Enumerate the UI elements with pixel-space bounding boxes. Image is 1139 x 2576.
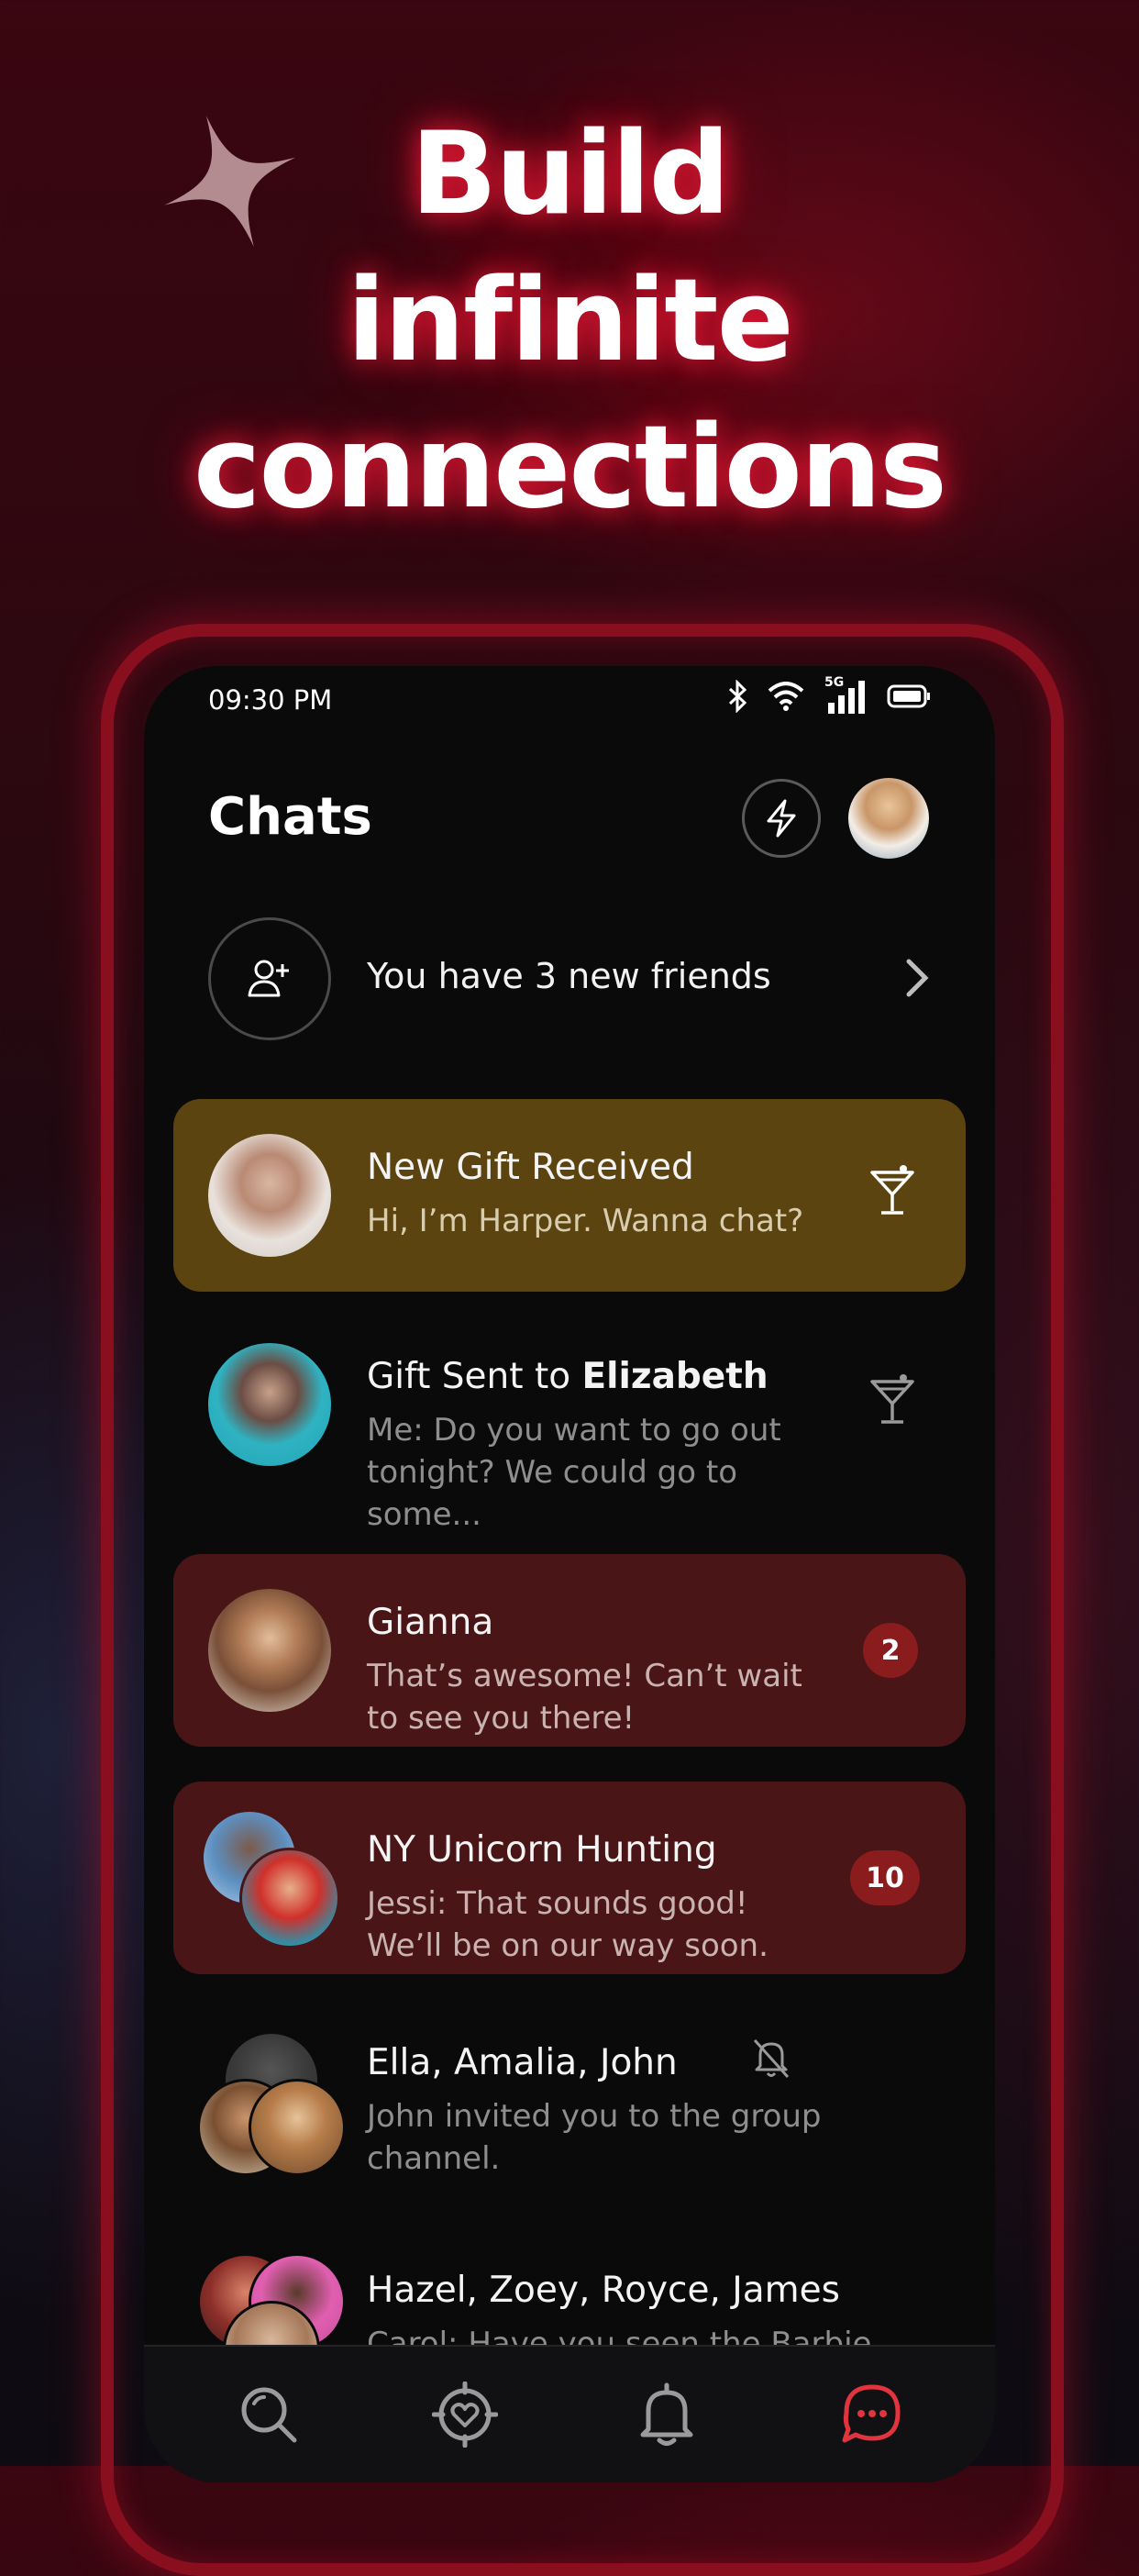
chat-item-ella-amalia-john[interactable]: Ella, Amalia, John John invited you to t… xyxy=(173,1994,966,2187)
add-user-icon xyxy=(248,960,289,997)
chat-name: NY Unicorn Hunting xyxy=(367,1829,717,1871)
status-time: 09:30 PM xyxy=(208,684,333,716)
headline-line-3: connections xyxy=(194,402,947,534)
headline-line-1: Build xyxy=(410,108,731,240)
nav-search[interactable] xyxy=(232,2378,305,2451)
avatar xyxy=(208,1343,331,1466)
page-title: Chats xyxy=(208,787,372,847)
chat-item-new-gift[interactable]: New Gift Received Hi, I’m Harper. Wanna … xyxy=(173,1099,966,1292)
muted-bell-icon xyxy=(753,2038,790,2079)
wifi-icon xyxy=(768,682,804,711)
chat-preview: Hi, I’m Harper. Wanna chat? xyxy=(367,1203,804,1239)
search-icon xyxy=(241,2387,297,2443)
lightning-icon xyxy=(767,799,796,838)
bell-icon xyxy=(640,2382,693,2446)
unread-badge: 2 xyxy=(863,1623,918,1678)
chat-preview: John invited you to the group channel. xyxy=(367,2098,822,2177)
network-label: 5G xyxy=(824,675,845,690)
chat-name: Ella, Amalia, John xyxy=(367,2042,678,2083)
heart-target-icon xyxy=(432,2382,498,2448)
headline-line-2: infinite xyxy=(347,255,793,387)
avatar-stack xyxy=(197,2031,346,2178)
chat-name: Hazel, Zoey, Royce, James xyxy=(367,2270,840,2311)
chat-preview: Me: Do you want to go out tonight? We co… xyxy=(367,1412,781,1533)
chevron-right-icon xyxy=(906,959,929,997)
avatar xyxy=(249,2079,346,2176)
chat-item-ny-unicorn-hunting[interactable]: NY Unicorn Hunting Jessi: That sounds go… xyxy=(173,1782,966,1974)
chat-name-prefix: Gift Sent to xyxy=(367,1356,582,1397)
status-icons: 5G xyxy=(727,675,931,714)
profile-avatar[interactable] xyxy=(848,778,929,859)
chat-preview: That’s awesome! Can’t wait to see you th… xyxy=(367,1658,802,1737)
cocktail-icon xyxy=(870,1165,914,1215)
phone-screen: 09:30 PM 5G Chats You have 3 new friends… xyxy=(144,666,995,2482)
nav-chats[interactable] xyxy=(835,2378,909,2451)
chat-name-bold: Elizabeth xyxy=(581,1356,769,1397)
chat-icon xyxy=(842,2384,901,2443)
add-user-icon-wrap xyxy=(208,917,331,1040)
cocktail-icon xyxy=(870,1374,914,1424)
chat-name: Gianna xyxy=(367,1602,494,1643)
unread-badge: 10 xyxy=(850,1850,920,1905)
bottom-nav xyxy=(144,2345,995,2482)
nav-discover[interactable] xyxy=(428,2378,502,2451)
battery-icon xyxy=(887,684,930,708)
avatar-stack xyxy=(201,1809,340,1949)
chat-name: Gift Sent to Elizabeth xyxy=(367,1356,769,1397)
avatar xyxy=(239,1848,340,1949)
new-friends-text: You have 3 new friends xyxy=(367,956,771,996)
avatar xyxy=(208,1134,331,1257)
chat-name: New Gift Received xyxy=(367,1147,694,1188)
chat-item-gianna[interactable]: Gianna That’s awesome! Can’t wait to see… xyxy=(173,1554,966,1747)
bluetooth-icon xyxy=(728,680,747,713)
chat-item-gift-sent[interactable]: Gift Sent to Elizabeth Me: Do you want t… xyxy=(173,1308,966,1533)
promo-headline: Build infinite connections xyxy=(0,101,1139,541)
avatar xyxy=(208,1589,331,1712)
nav-notifications[interactable] xyxy=(630,2378,703,2451)
chat-preview: Jessi: That sounds good! We’ll be on our… xyxy=(367,1885,769,1964)
signal-icon: 5G xyxy=(824,675,867,714)
new-friends-banner[interactable]: You have 3 new friends xyxy=(144,917,995,1042)
boost-button[interactable] xyxy=(742,779,821,858)
